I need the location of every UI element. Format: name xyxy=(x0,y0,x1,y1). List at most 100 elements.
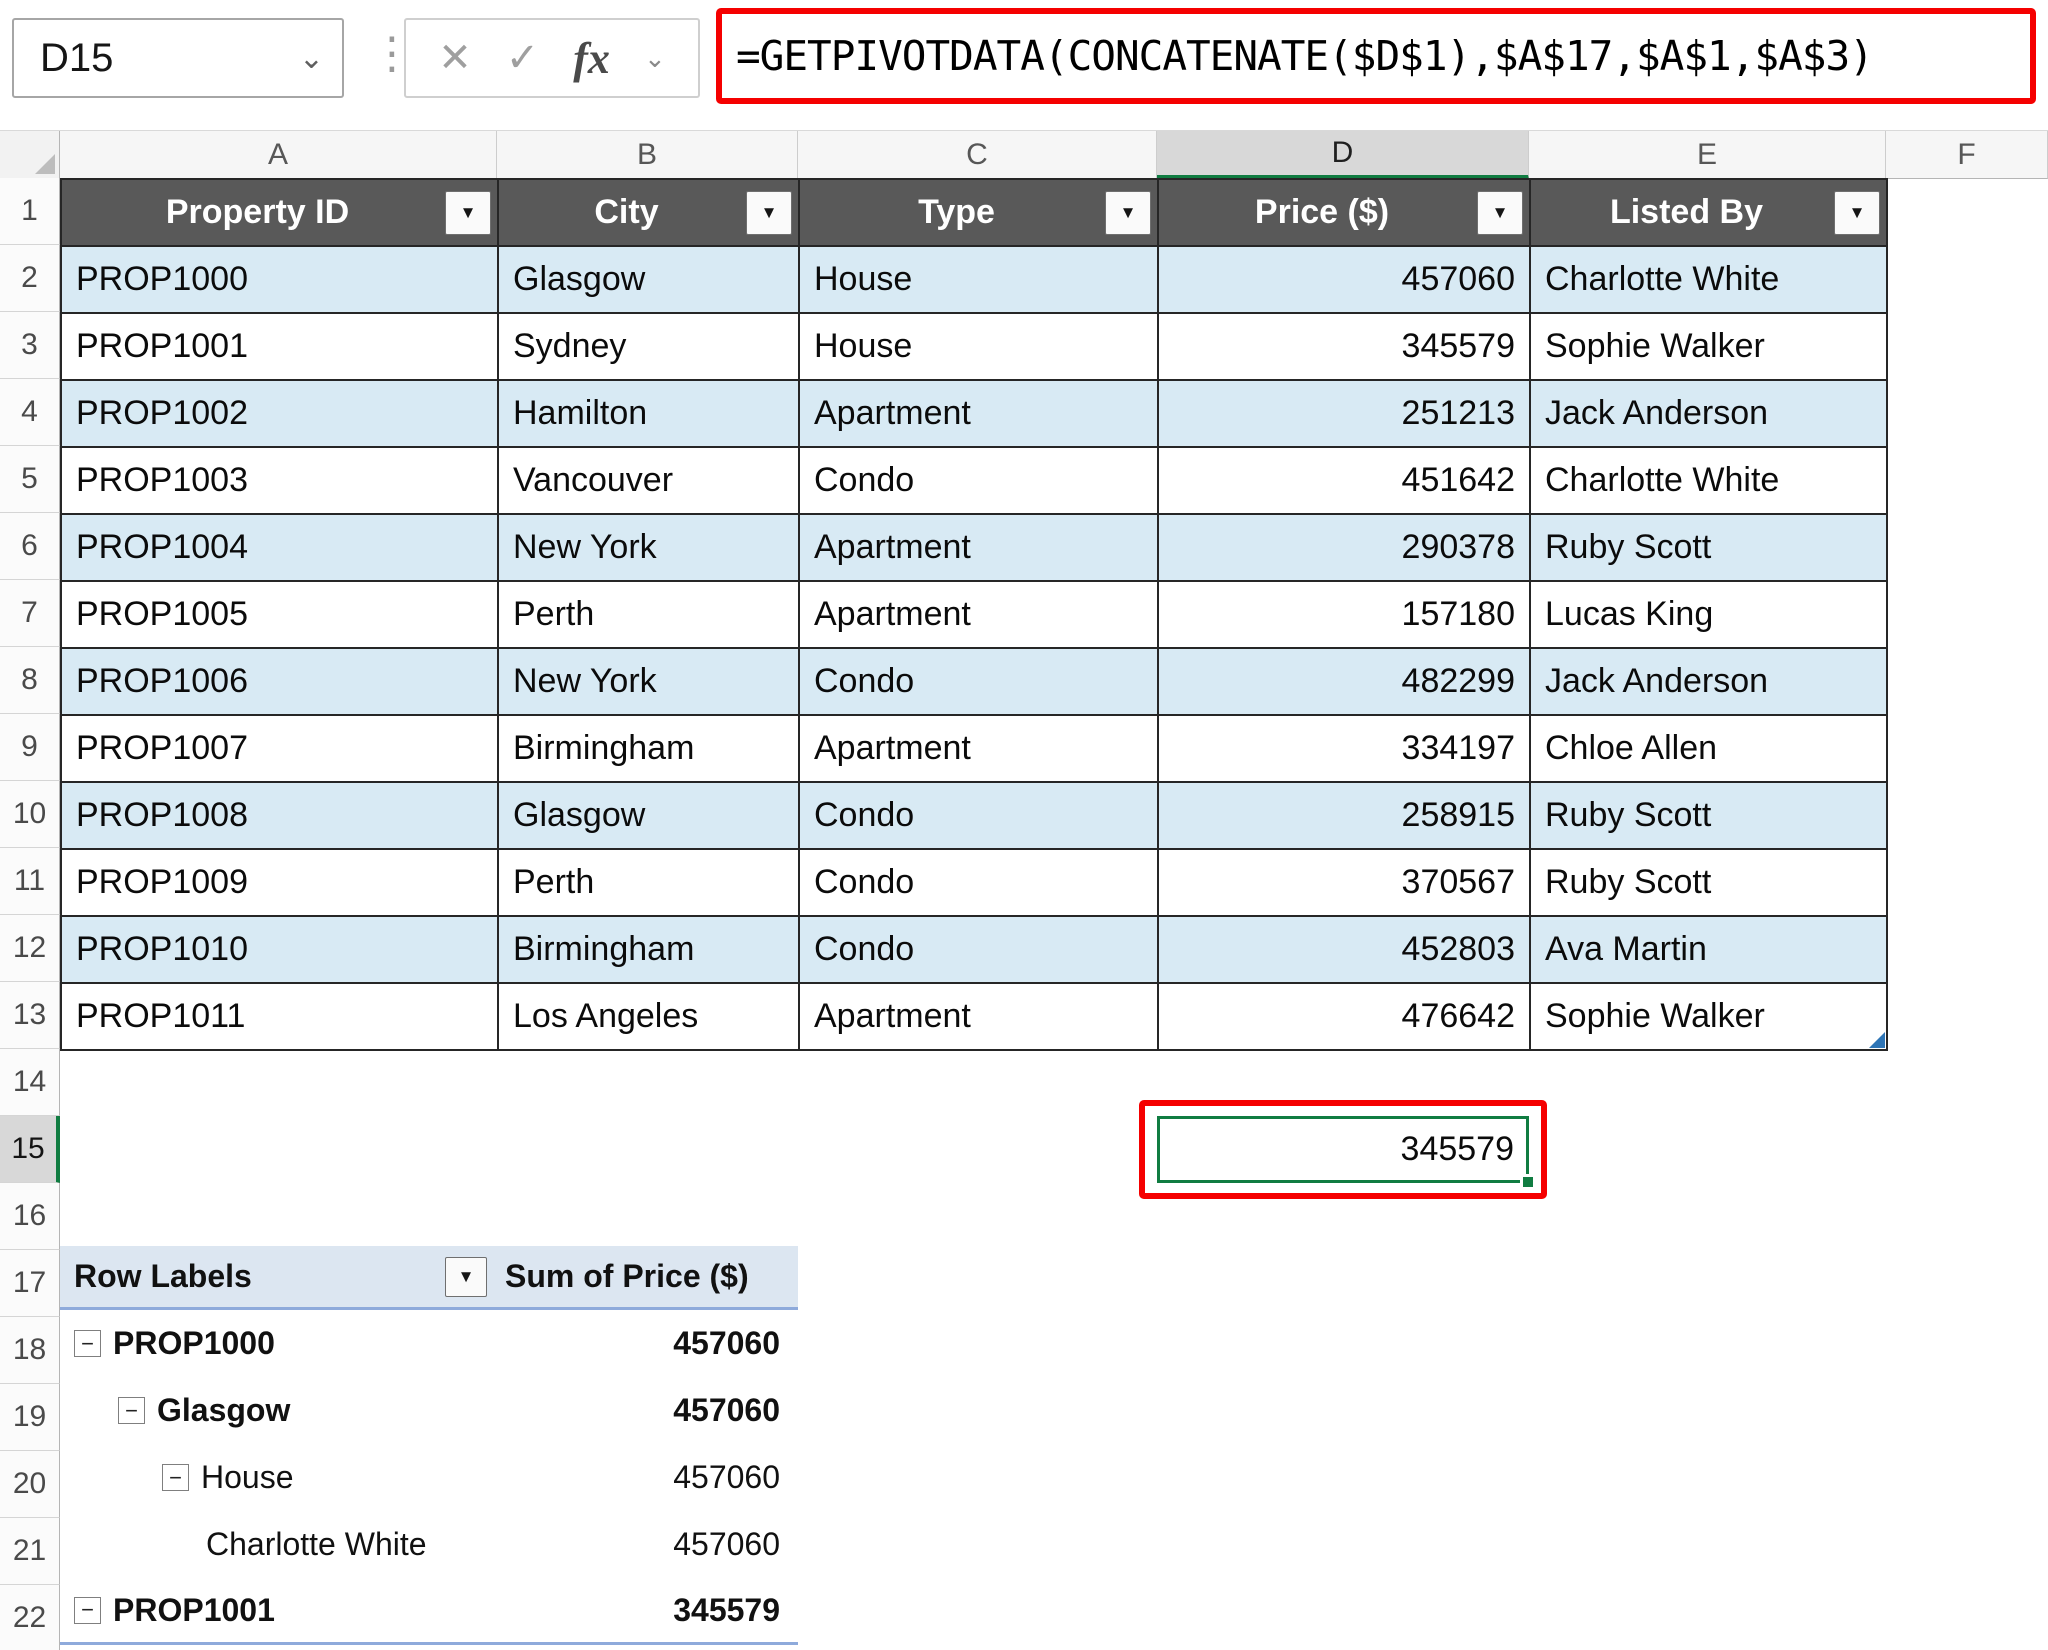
formula-bar[interactable]: =GETPIVOTDATA(CONCATENATE($D$1),$A$17,$A… xyxy=(716,8,2036,104)
pivot-filter-button[interactable]: ▼ xyxy=(445,1257,487,1297)
cell[interactable]: Los Angeles xyxy=(498,983,799,1050)
pivot-label-cell[interactable]: −PROP1001 xyxy=(60,1578,497,1642)
column-header-a[interactable]: A xyxy=(60,131,497,179)
filter-button[interactable]: ▼ xyxy=(1477,191,1523,235)
cell[interactable]: PROP1005 xyxy=(61,581,498,648)
pivot-value-cell[interactable]: 457060 xyxy=(497,1511,798,1578)
cell[interactable]: PROP1011 xyxy=(61,983,498,1050)
cell[interactable]: Perth xyxy=(498,581,799,648)
cell[interactable]: PROP1001 xyxy=(61,313,498,380)
pivot-value-cell[interactable]: 457060 xyxy=(497,1310,798,1377)
cell[interactable]: Condo xyxy=(799,447,1158,514)
cell[interactable]: PROP1008 xyxy=(61,782,498,849)
cell[interactable]: Condo xyxy=(799,916,1158,983)
row-header-18[interactable]: 18 xyxy=(0,1317,60,1384)
row-header-15[interactable]: 15 xyxy=(0,1116,60,1183)
row-header-21[interactable]: 21 xyxy=(0,1518,60,1585)
cell[interactable]: 345579 xyxy=(1158,313,1530,380)
column-header-d[interactable]: D xyxy=(1157,131,1529,179)
cell[interactable]: Jack Anderson xyxy=(1530,648,1887,715)
pivot-value-cell[interactable]: 457060 xyxy=(497,1444,798,1511)
cell[interactable]: 482299 xyxy=(1158,648,1530,715)
cell[interactable]: Ruby Scott xyxy=(1530,782,1887,849)
name-box-chevron-icon[interactable]: ⌄ xyxy=(299,41,324,76)
table-header-type[interactable]: Type▼ xyxy=(799,179,1158,246)
cell[interactable]: Condo xyxy=(799,849,1158,916)
filter-button[interactable]: ▼ xyxy=(1834,191,1880,235)
cell[interactable]: Vancouver xyxy=(498,447,799,514)
row-header-20[interactable]: 20 xyxy=(0,1451,60,1518)
row-header-1[interactable]: 1 xyxy=(0,178,60,245)
table-header-listed-by[interactable]: Listed By▼ xyxy=(1530,179,1887,246)
collapse-button[interactable]: − xyxy=(118,1397,145,1424)
cell[interactable]: Jack Anderson xyxy=(1530,380,1887,447)
row-header-6[interactable]: 6 xyxy=(0,513,60,580)
cell[interactable]: Charlotte White xyxy=(1530,447,1887,514)
insert-function-icon[interactable]: fx xyxy=(573,33,610,84)
name-box[interactable]: D15 ⌄ xyxy=(12,18,344,98)
cell[interactable]: 258915 xyxy=(1158,782,1530,849)
row-header-3[interactable]: 3 xyxy=(0,312,60,379)
pivot-value-header[interactable]: Sum of Price ($) xyxy=(497,1246,798,1307)
row-header-9[interactable]: 9 xyxy=(0,714,60,781)
enter-icon[interactable]: ✓ xyxy=(506,35,540,81)
collapse-button[interactable]: − xyxy=(74,1330,101,1357)
cell[interactable]: Ruby Scott xyxy=(1530,849,1887,916)
table-header-price[interactable]: Price ($)▼ xyxy=(1158,179,1530,246)
pivot-label-cell[interactable]: −House xyxy=(60,1444,497,1511)
cell[interactable]: Condo xyxy=(799,648,1158,715)
cell[interactable]: PROP1010 xyxy=(61,916,498,983)
row-header-19[interactable]: 19 xyxy=(0,1384,60,1451)
row-header-11[interactable]: 11 xyxy=(0,848,60,915)
row-header-10[interactable]: 10 xyxy=(0,781,60,848)
cell[interactable]: 334197 xyxy=(1158,715,1530,782)
select-all-corner[interactable] xyxy=(0,131,60,179)
column-header-b[interactable]: B xyxy=(497,131,798,179)
cell[interactable]: PROP1002 xyxy=(61,380,498,447)
cell[interactable]: 476642 xyxy=(1158,983,1530,1050)
cell[interactable]: Perth xyxy=(498,849,799,916)
fill-handle[interactable] xyxy=(1520,1174,1536,1190)
cell[interactable]: Lucas King xyxy=(1530,581,1887,648)
filter-button[interactable]: ▼ xyxy=(746,191,792,235)
cell[interactable]: Hamilton xyxy=(498,380,799,447)
row-header-12[interactable]: 12 xyxy=(0,915,60,982)
table-header-city[interactable]: City▼ xyxy=(498,179,799,246)
filter-button[interactable]: ▼ xyxy=(445,191,491,235)
row-header-5[interactable]: 5 xyxy=(0,446,60,513)
row-header-4[interactable]: 4 xyxy=(0,379,60,446)
cell[interactable]: Apartment xyxy=(799,983,1158,1050)
table-resize-handle[interactable] xyxy=(1869,1032,1885,1048)
pivot-row-labels-header[interactable]: Row Labels▼ xyxy=(60,1246,497,1307)
cell[interactable]: Apartment xyxy=(799,380,1158,447)
selected-cell-d15[interactable]: 345579 xyxy=(1157,1116,1529,1183)
row-header-7[interactable]: 7 xyxy=(0,580,60,647)
cell[interactable]: Chloe Allen xyxy=(1530,715,1887,782)
row-header-13[interactable]: 13 xyxy=(0,982,60,1049)
cell[interactable]: PROP1006 xyxy=(61,648,498,715)
cell[interactable]: 451642 xyxy=(1158,447,1530,514)
pivot-label-cell[interactable]: −Glasgow xyxy=(60,1377,497,1444)
cell[interactable]: Charlotte White xyxy=(1530,246,1887,313)
cell[interactable]: Apartment xyxy=(799,514,1158,581)
cell[interactable]: PROP1004 xyxy=(61,514,498,581)
cell[interactable]: 290378 xyxy=(1158,514,1530,581)
collapse-button[interactable]: − xyxy=(74,1597,101,1624)
pivot-value-cell[interactable]: 345579 xyxy=(497,1578,798,1642)
cell[interactable]: Ava Martin xyxy=(1530,916,1887,983)
cell[interactable]: 452803 xyxy=(1158,916,1530,983)
cell[interactable]: Sydney xyxy=(498,313,799,380)
cell[interactable]: Glasgow xyxy=(498,782,799,849)
pivot-value-cell[interactable]: 457060 xyxy=(497,1377,798,1444)
filter-button[interactable]: ▼ xyxy=(1105,191,1151,235)
cell[interactable]: 370567 xyxy=(1158,849,1530,916)
cell[interactable]: Glasgow xyxy=(498,246,799,313)
row-header-17[interactable]: 17 xyxy=(0,1250,60,1317)
pivot-label-cell[interactable]: Charlotte White xyxy=(60,1511,497,1578)
row-header-22[interactable]: 22 xyxy=(0,1585,60,1650)
cell[interactable]: PROP1009 xyxy=(61,849,498,916)
cell[interactable]: PROP1007 xyxy=(61,715,498,782)
cell[interactable]: Ruby Scott xyxy=(1530,514,1887,581)
cell[interactable]: PROP1003 xyxy=(61,447,498,514)
cell[interactable]: PROP1000 xyxy=(61,246,498,313)
